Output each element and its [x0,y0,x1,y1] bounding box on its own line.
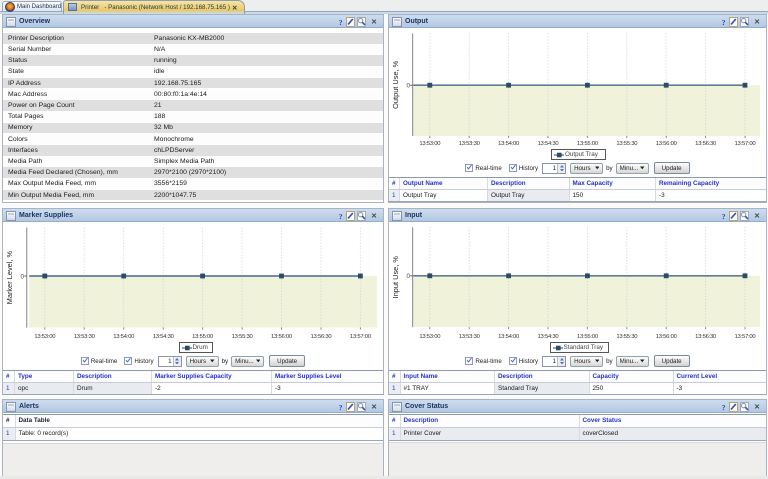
svg-text:13:53:00: 13:53:00 [419,141,441,147]
svg-text:13:54:30: 13:54:30 [538,334,560,340]
svg-text:13:54:00: 13:54:00 [498,334,520,340]
svg-text:13:53:00: 13:53:00 [419,334,441,340]
svg-text:13:53:00: 13:53:00 [34,334,56,340]
svg-text:13:56:00: 13:56:00 [271,334,293,340]
svg-text:13:53:30: 13:53:30 [459,141,481,147]
svg-text:0: 0 [20,273,24,280]
svg-text:13:57:00: 13:57:00 [735,141,757,147]
svg-text:13:56:30: 13:56:30 [695,334,717,340]
svg-text:13:55:00: 13:55:00 [192,334,214,340]
svg-text:Marker Level, %: Marker Level, % [5,250,14,304]
svg-text:13:54:30: 13:54:30 [538,141,560,147]
svg-text:13:56:30: 13:56:30 [695,141,717,147]
svg-text:13:56:00: 13:56:00 [656,334,678,340]
svg-text:13:55:30: 13:55:30 [232,334,254,340]
svg-text:13:56:00: 13:56:00 [656,141,678,147]
svg-text:13:55:00: 13:55:00 [577,141,599,147]
svg-text:13:55:30: 13:55:30 [616,334,638,340]
svg-text:13:57:00: 13:57:00 [350,334,372,340]
svg-text:13:53:30: 13:53:30 [74,334,96,340]
svg-text:Input Use, %: Input Use, % [391,256,400,299]
svg-text:0: 0 [406,83,410,90]
svg-text:13:57:00: 13:57:00 [735,334,757,340]
svg-text:0: 0 [406,273,410,280]
svg-text:13:54:00: 13:54:00 [498,141,520,147]
svg-text:13:55:00: 13:55:00 [577,334,599,340]
svg-text:13:53:30: 13:53:30 [459,334,481,340]
svg-text:13:55:30: 13:55:30 [616,141,638,147]
svg-text:Output Use, %: Output Use, % [391,60,400,108]
svg-text:13:56:30: 13:56:30 [311,334,333,340]
svg-text:13:54:00: 13:54:00 [113,334,135,340]
svg-text:13:54:30: 13:54:30 [153,334,175,340]
